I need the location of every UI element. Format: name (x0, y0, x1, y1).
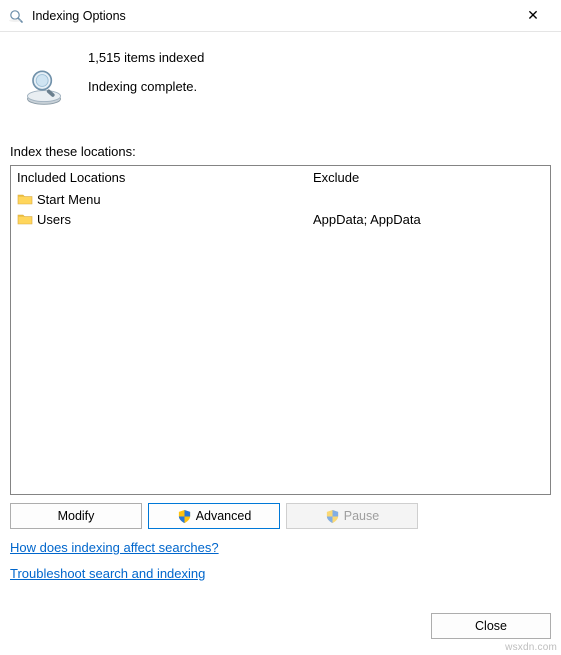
close-button[interactable]: Close (431, 613, 551, 639)
indexing-status: Indexing complete. (88, 79, 204, 94)
help-links: How does indexing affect searches? Troub… (10, 539, 551, 591)
exclude-value: AppData; AppData (313, 209, 544, 229)
advanced-button[interactable]: Advanced (148, 503, 280, 529)
indexed-count: 1,515 items indexed (88, 50, 204, 65)
button-label: Close (475, 619, 507, 633)
button-label: Modify (58, 509, 95, 523)
shield-icon (177, 509, 192, 524)
pause-button: Pause (286, 503, 418, 529)
exclude-header: Exclude (313, 170, 544, 185)
close-row: Close (431, 613, 551, 639)
button-label: Pause (344, 509, 379, 523)
modify-button[interactable]: Modify (10, 503, 142, 529)
howto-link[interactable]: How does indexing affect searches? (10, 540, 219, 555)
close-icon[interactable]: ✕ (513, 1, 553, 31)
list-item[interactable]: Start Menu (17, 189, 301, 209)
button-label: Advanced (196, 509, 252, 523)
included-header: Included Locations (17, 170, 301, 185)
included-column: Included Locations Start Menu U (11, 166, 307, 494)
exclude-column: Exclude AppData; AppData (307, 166, 550, 494)
indexer-icon (0, 64, 88, 108)
titlebar: Indexing Options ✕ (0, 0, 561, 32)
status-area: 1,515 items indexed Indexing complete. (0, 32, 561, 114)
search-magnifier-icon (8, 8, 24, 24)
location-name: Users (37, 212, 71, 227)
folder-icon (17, 192, 33, 206)
index-locations-label: Index these locations: (10, 144, 561, 159)
location-name: Start Menu (37, 192, 101, 207)
shield-icon (325, 509, 340, 524)
troubleshoot-link[interactable]: Troubleshoot search and indexing (10, 566, 205, 581)
buttons-row: Modify Advanced Pause (10, 503, 551, 529)
status-text: 1,515 items indexed Indexing complete. (88, 50, 204, 94)
list-item[interactable]: Users (17, 209, 301, 229)
locations-listbox[interactable]: Included Locations Start Menu U (10, 165, 551, 495)
watermark: wsxdn.com (505, 642, 557, 653)
folder-icon (17, 212, 33, 226)
window-title: Indexing Options (32, 9, 513, 23)
